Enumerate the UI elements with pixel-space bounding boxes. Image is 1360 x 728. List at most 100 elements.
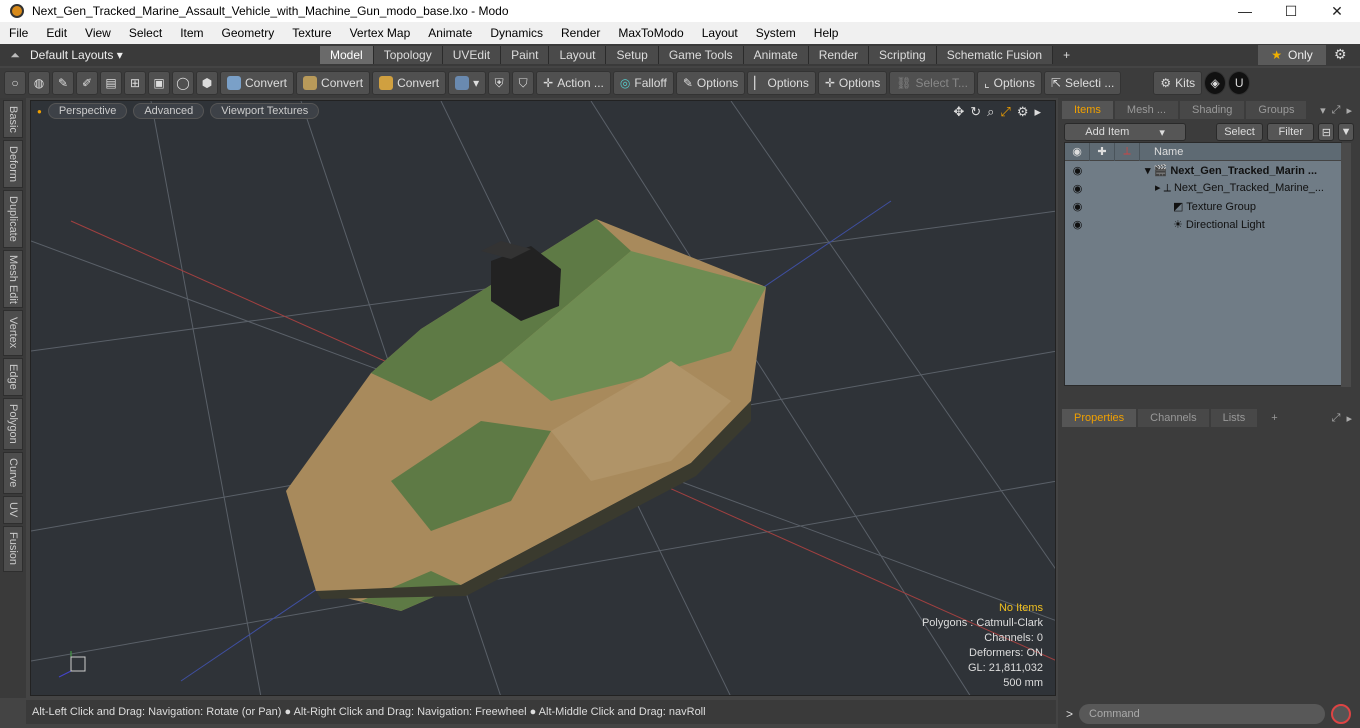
tab-curve[interactable]: Curve bbox=[3, 452, 23, 494]
options-button-1[interactable]: ✎ Options bbox=[675, 71, 746, 95]
tree-row-texture-group[interactable]: ◉ ◩ Texture Group bbox=[1065, 197, 1341, 215]
command-input[interactable]: Command bbox=[1079, 704, 1326, 724]
funnel-icon[interactable]: ▼ bbox=[1338, 123, 1354, 141]
options-button-4[interactable]: ⌞ Options bbox=[976, 71, 1042, 95]
menu-item[interactable]: Item bbox=[171, 26, 212, 40]
tab-animate[interactable]: Animate bbox=[743, 46, 809, 64]
convert-button-3[interactable]: Convert bbox=[372, 71, 447, 95]
gear-icon[interactable]: ⚙ bbox=[1334, 46, 1347, 63]
filter-button[interactable]: Filter bbox=[1267, 123, 1315, 141]
unity-icon[interactable]: ◈ bbox=[1204, 71, 1227, 95]
menu-file[interactable]: File bbox=[0, 26, 37, 40]
pan-icon[interactable]: ✥ bbox=[953, 104, 964, 120]
tab-paint[interactable]: Paint bbox=[501, 46, 550, 64]
menu-edit[interactable]: Edit bbox=[37, 26, 76, 40]
expand-icon[interactable]: ⤢ bbox=[1332, 104, 1341, 117]
tab-uvedit[interactable]: UVEdit bbox=[442, 46, 502, 64]
more-arrow-icon[interactable]: ▸ bbox=[1034, 104, 1041, 120]
zoom-icon[interactable]: ⌕ bbox=[987, 104, 994, 120]
tab-render[interactable]: Render bbox=[808, 46, 870, 64]
visibility-eye-icon[interactable]: ◉ bbox=[1065, 182, 1090, 195]
cube-icon[interactable]: ⬢ bbox=[196, 71, 218, 95]
menu-geometry[interactable]: Geometry bbox=[213, 26, 284, 40]
tab-fusion[interactable]: Fusion bbox=[3, 526, 23, 572]
menu-animate[interactable]: Animate bbox=[419, 26, 481, 40]
menu-layout[interactable]: Layout bbox=[693, 26, 747, 40]
menu-render[interactable]: Render bbox=[552, 26, 609, 40]
tab-lists[interactable]: Lists bbox=[1210, 409, 1258, 427]
only-toggle[interactable]: ★ Only bbox=[1258, 45, 1326, 65]
menu-help[interactable]: Help bbox=[805, 26, 848, 40]
tab-channels[interactable]: Channels bbox=[1138, 409, 1209, 427]
menu-system[interactable]: System bbox=[747, 26, 805, 40]
convert-button-1[interactable]: Convert bbox=[220, 71, 295, 95]
viewport-gear-icon[interactable]: ⚙ bbox=[1017, 104, 1029, 120]
globe-icon[interactable]: ◍ bbox=[28, 71, 50, 95]
name-column-header[interactable]: Name bbox=[1140, 146, 1183, 158]
square-icon[interactable]: ▣ bbox=[148, 71, 170, 95]
add-item-button[interactable]: Add Item ▾ bbox=[1064, 123, 1187, 141]
minimize-button[interactable]: — bbox=[1222, 0, 1268, 22]
pen-icon[interactable]: ✎ bbox=[52, 71, 74, 95]
dropdown-icon[interactable]: ▾ bbox=[1320, 104, 1326, 117]
visibility-eye-icon[interactable]: ◉ bbox=[1065, 218, 1090, 231]
tree-row-mesh[interactable]: ◉ ▸ ⟂ Next_Gen_Tracked_Marine_... bbox=[1065, 179, 1341, 197]
grid-icon[interactable]: ⊞ bbox=[124, 71, 146, 95]
falloff-button[interactable]: ◎ Falloff bbox=[612, 71, 674, 95]
tab-basic[interactable]: Basic bbox=[3, 100, 23, 138]
action-button[interactable]: ✛ Action ... bbox=[536, 71, 611, 95]
visibility-eye-icon[interactable]: ◉ bbox=[1065, 164, 1090, 177]
3d-viewport[interactable]: ● Perspective Advanced Viewport Textures… bbox=[30, 100, 1056, 696]
tab-deform[interactable]: Deform bbox=[3, 140, 23, 188]
add-tab-plus-icon[interactable]: + bbox=[1259, 409, 1289, 427]
tree-row-scene[interactable]: ◉ ▾ 🎬 Next_Gen_Tracked_Marin ... bbox=[1065, 161, 1341, 179]
default-layouts-dropdown[interactable]: Default Layouts ▾ bbox=[30, 48, 320, 62]
tab-scripting[interactable]: Scripting bbox=[869, 46, 937, 64]
tree-scrollbar[interactable] bbox=[1341, 143, 1351, 387]
tab-model[interactable]: Model bbox=[320, 46, 374, 64]
tree-row-light[interactable]: ◉ ☀ Directional Light bbox=[1065, 215, 1341, 233]
unreal-icon[interactable]: U bbox=[1228, 71, 1251, 95]
options-button-2[interactable]: ▏ Options bbox=[747, 71, 816, 95]
close-button[interactable]: ✕ bbox=[1314, 0, 1360, 22]
brush-icon[interactable]: ✐ bbox=[76, 71, 98, 95]
menu-texture[interactable]: Texture bbox=[283, 26, 340, 40]
shield-icon[interactable]: ⛨ bbox=[488, 71, 511, 95]
shield-alt-icon[interactable]: ⛉ bbox=[512, 71, 535, 95]
select-t-button[interactable]: ⛓ Select T... bbox=[889, 71, 975, 95]
add-tab-button[interactable]: + bbox=[1053, 46, 1080, 64]
tab-edge[interactable]: Edge bbox=[3, 358, 23, 396]
tab-game-tools[interactable]: Game Tools bbox=[658, 46, 744, 64]
menu-vertex-map[interactable]: Vertex Map bbox=[341, 26, 420, 40]
tab-uv[interactable]: UV bbox=[3, 496, 23, 524]
tab-shading[interactable]: Shading bbox=[1180, 101, 1245, 119]
menu-view[interactable]: View bbox=[76, 26, 120, 40]
edge-icon[interactable]: ▤ bbox=[100, 71, 122, 95]
convert-button-2[interactable]: Convert bbox=[296, 71, 371, 95]
expand-icon[interactable]: ⤢ bbox=[1332, 412, 1341, 425]
rotate-icon[interactable]: ↻ bbox=[970, 104, 981, 120]
tab-layout[interactable]: Layout bbox=[549, 46, 607, 64]
sphere-select-icon[interactable]: ○ bbox=[4, 71, 26, 95]
maximize-button[interactable]: ☐ bbox=[1268, 0, 1314, 22]
lock-col-icon[interactable]: ✚ bbox=[1090, 142, 1115, 161]
more-icon[interactable]: ▸ bbox=[1346, 104, 1352, 117]
select-button[interactable]: Select bbox=[1215, 123, 1264, 141]
viewport-textures-button[interactable]: Viewport Textures bbox=[210, 103, 320, 119]
menu-maxtomodo[interactable]: MaxToModo bbox=[609, 26, 692, 40]
tab-setup[interactable]: Setup bbox=[606, 46, 659, 64]
advanced-button[interactable]: Advanced bbox=[133, 103, 205, 119]
visibility-eye-icon[interactable]: ◉ bbox=[1065, 200, 1090, 213]
perspective-button[interactable]: Perspective bbox=[47, 103, 128, 119]
menu-dynamics[interactable]: Dynamics bbox=[481, 26, 552, 40]
selecti-button[interactable]: ⇱ Selecti ... bbox=[1043, 71, 1122, 95]
mesh-dropdown[interactable]: ▾ bbox=[448, 71, 487, 95]
tab-vertex[interactable]: Vertex bbox=[3, 310, 23, 356]
more-icon[interactable]: ▸ bbox=[1346, 412, 1352, 425]
tab-polygon[interactable]: Polygon bbox=[3, 398, 23, 450]
tab-items[interactable]: Items bbox=[1062, 101, 1113, 119]
command-record-button[interactable] bbox=[1331, 704, 1352, 724]
tab-topology[interactable]: Topology bbox=[373, 46, 443, 64]
collapse-arrow-icon[interactable]: ⏶ bbox=[0, 48, 30, 63]
tab-mesh-edit[interactable]: Mesh Edit bbox=[3, 250, 23, 308]
